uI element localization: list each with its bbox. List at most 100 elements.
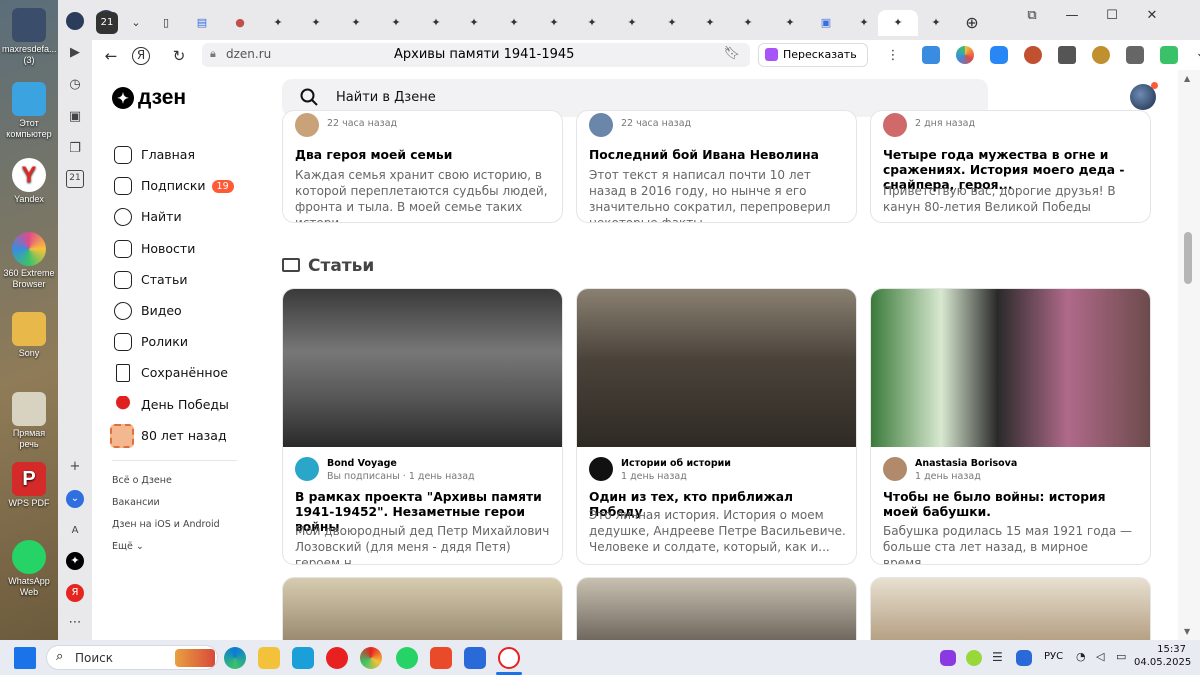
- security-icon[interactable]: [1016, 650, 1032, 666]
- article-card[interactable]: Anastasia Borisova 1 день назад Чтобы не…: [870, 288, 1151, 565]
- article-card[interactable]: Bond Voyage Вы подписаны · 1 день назад …: [282, 288, 563, 565]
- dzen-icon[interactable]: ✦: [66, 552, 84, 570]
- tab-dzen-10[interactable]: ✦: [618, 10, 646, 36]
- desktop-icon-sony[interactable]: Sony: [2, 312, 56, 359]
- tab-dzen-16[interactable]: ✦: [922, 10, 950, 36]
- clock-time[interactable]: 15:37: [1140, 644, 1186, 655]
- back-icon[interactable]: ←: [100, 45, 122, 67]
- url-bar[interactable]: 🔒︎ dzen.ru Архивы памяти 1941-1945 🔖︎: [202, 43, 750, 67]
- nav-item-victory-day[interactable]: День Победы: [114, 390, 244, 421]
- tab-dzen-9[interactable]: ✦: [578, 10, 606, 36]
- footer-link-apps[interactable]: Дзен на iOS и Android: [112, 514, 220, 536]
- nav-item-articles[interactable]: Статьи: [114, 265, 244, 296]
- article-card[interactable]: [870, 577, 1151, 640]
- article-card[interactable]: [576, 577, 857, 640]
- tab-dzen-3[interactable]: ✦: [342, 10, 370, 36]
- tab-dzen-12[interactable]: ✦: [696, 10, 724, 36]
- maximize-button[interactable]: ☐: [1092, 6, 1132, 26]
- more-icon[interactable]: ⋯: [66, 614, 84, 632]
- footer-link-jobs[interactable]: Вакансии: [112, 492, 220, 514]
- reload-icon[interactable]: ↻: [168, 45, 190, 67]
- tab-docs-icon[interactable]: ▤: [188, 10, 216, 36]
- author-name[interactable]: Истории об истории: [621, 458, 731, 469]
- clock-date[interactable]: 04.05.2025: [1134, 657, 1191, 668]
- close-button[interactable]: ✕: [1132, 6, 1172, 26]
- profile-icon[interactable]: [66, 12, 84, 30]
- tab-site-icon[interactable]: ●: [226, 10, 254, 36]
- new-tab-button[interactable]: ⊕: [958, 10, 986, 36]
- wifi-icon[interactable]: ◔: [1076, 650, 1092, 666]
- volume-icon[interactable]: ◁: [1096, 650, 1112, 666]
- desktop-icon-computer[interactable]: Этот компьютер: [2, 82, 56, 140]
- nav-item-80-years[interactable]: 80 лет назад: [110, 421, 244, 452]
- footer-link-more[interactable]: Ещё ⌄: [112, 536, 220, 558]
- tab-dzen-1[interactable]: ✦: [264, 10, 292, 36]
- desktop-icon-yandex[interactable]: Y Yandex: [2, 158, 56, 205]
- retell-button[interactable]: Пересказать: [758, 43, 868, 67]
- tray-icon-3[interactable]: ☰: [992, 650, 1008, 666]
- mydrf-icon[interactable]: [292, 647, 314, 669]
- tray-icon-1[interactable]: [940, 650, 956, 666]
- bookmark-icon[interactable]: 🔖︎: [723, 46, 740, 61]
- tab-doc-icon[interactable]: ▯: [152, 10, 180, 36]
- author-name[interactable]: Anastasia Borisova: [915, 458, 1017, 469]
- tab-dzen-2[interactable]: ✦: [302, 10, 330, 36]
- extension-icon-3[interactable]: [1092, 46, 1110, 64]
- tray-icon-2[interactable]: [966, 650, 982, 666]
- dzen-logo[interactable]: ✦ дзен: [112, 86, 186, 110]
- battery-icon[interactable]: ▭: [1116, 650, 1132, 666]
- desktop-icon-image[interactable]: maxresdefa... (3): [2, 8, 57, 66]
- yandex-browser-icon[interactable]: [498, 647, 520, 669]
- nav-item-shorts[interactable]: Ролики: [114, 327, 244, 358]
- tab-count-icon[interactable]: 21: [66, 170, 84, 188]
- tab-app-icon[interactable]: ▣: [812, 10, 840, 36]
- history-icon[interactable]: ◷: [66, 76, 84, 94]
- tab-dzen-11[interactable]: ✦: [658, 10, 686, 36]
- tabs-collection-icon[interactable]: ⧉: [1012, 6, 1052, 26]
- opera-icon[interactable]: [326, 647, 348, 669]
- post-card[interactable]: 22 часа назад Два героя моей семьи Кажда…: [282, 110, 563, 223]
- desktop-icon-doc[interactable]: Прямая речь: [2, 392, 56, 450]
- tab-dzen-7[interactable]: ✦: [500, 10, 528, 36]
- tab-dzen-13[interactable]: ✦: [734, 10, 762, 36]
- article-card[interactable]: Истории об истории 1 день назад Один из …: [576, 288, 857, 565]
- tabs-icon[interactable]: ❐: [66, 140, 84, 158]
- download-icon[interactable]: ↓: [1192, 46, 1200, 64]
- nav-item-subscriptions[interactable]: Подписки 19: [114, 171, 244, 202]
- scroll-up-icon[interactable]: ▲: [1184, 74, 1190, 83]
- desktop-icon-whatsapp[interactable]: WhatsApp Web: [2, 540, 56, 598]
- extension-icon-1[interactable]: [1024, 46, 1042, 64]
- chevron-down-icon[interactable]: ⌄: [66, 490, 84, 508]
- extension-icon-2[interactable]: [1058, 46, 1076, 64]
- play-icon[interactable]: ▶: [66, 44, 84, 62]
- vk-extension-icon[interactable]: [990, 46, 1008, 64]
- nav-item-saved[interactable]: Сохранённое: [114, 358, 244, 389]
- desktop-icon-360-browser[interactable]: 360 Extreme Browser: [2, 232, 56, 290]
- language-indicator[interactable]: РУС: [1044, 651, 1063, 662]
- file-explorer-icon[interactable]: [258, 647, 280, 669]
- nav-item-home[interactable]: Главная: [114, 140, 244, 171]
- nav-item-news[interactable]: Новости: [114, 234, 244, 265]
- whatsapp-icon[interactable]: [396, 647, 418, 669]
- post-card[interactable]: 2 дня назад Четыре года мужества в огне …: [870, 110, 1151, 223]
- taskbar-search[interactable]: ⌕ Поиск: [46, 645, 218, 670]
- scroll-down-icon[interactable]: ▼: [1184, 627, 1190, 636]
- tab-menu-chevron-icon[interactable]: ⌄: [122, 10, 150, 36]
- tab-dzen-5[interactable]: ✦: [422, 10, 450, 36]
- tab-dzen-6[interactable]: ✦: [460, 10, 488, 36]
- menu-dots-icon[interactable]: ⋮: [882, 45, 904, 67]
- page-scrollbar[interactable]: ▲ ▼: [1178, 70, 1200, 640]
- tab-dzen-8[interactable]: ✦: [540, 10, 568, 36]
- edge-icon[interactable]: [224, 647, 246, 669]
- screenshot-icon[interactable]: ▣: [66, 108, 84, 126]
- post-card[interactable]: 22 часа назад Последний бой Ивана Неволи…: [576, 110, 857, 223]
- tab-dzen-15[interactable]: ✦: [850, 10, 878, 36]
- windows-start-icon[interactable]: [14, 647, 36, 669]
- yandex-icon[interactable]: Я: [66, 584, 84, 602]
- scrollbar-thumb[interactable]: [1184, 232, 1192, 284]
- author-name[interactable]: Bond Voyage: [327, 458, 397, 469]
- tab-dzen-14[interactable]: ✦: [776, 10, 804, 36]
- alice-extension-icon[interactable]: [956, 46, 974, 64]
- add-icon[interactable]: +: [66, 458, 84, 476]
- tab-active[interactable]: ✦: [878, 10, 918, 36]
